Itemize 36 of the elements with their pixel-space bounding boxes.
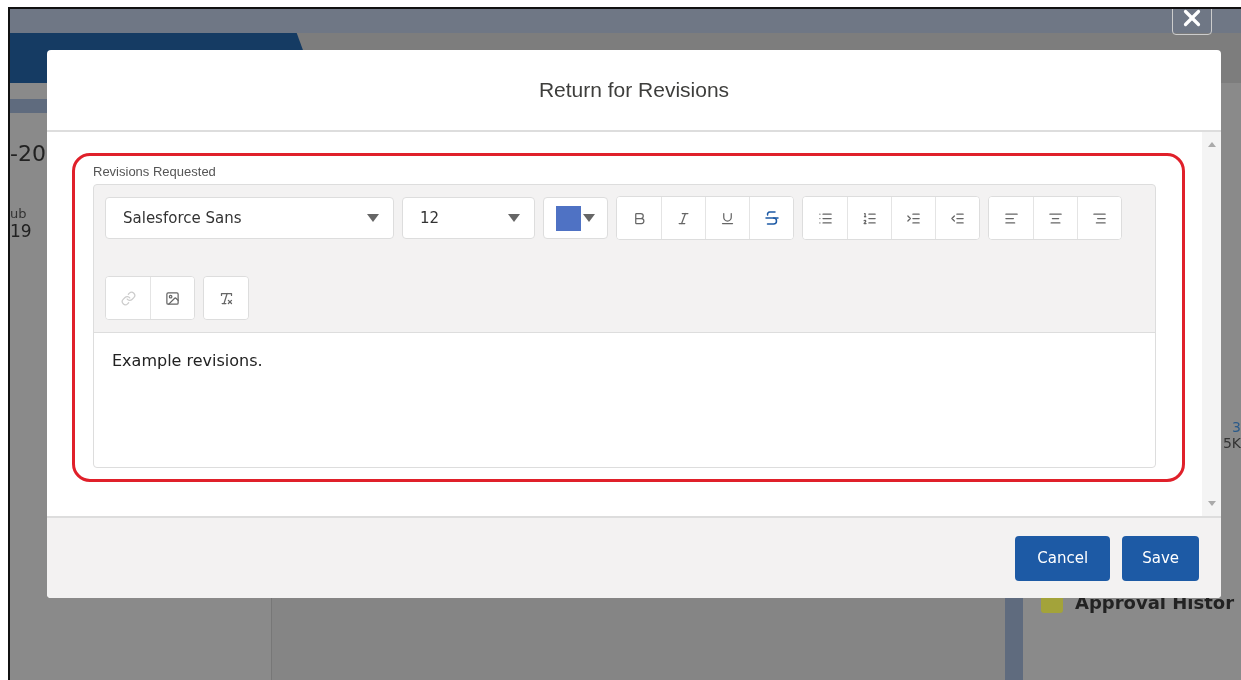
field-value: 19	[10, 221, 32, 241]
caret-icon	[367, 214, 379, 222]
record-text: 5K	[1222, 435, 1241, 451]
cancel-button[interactable]: Cancel	[1015, 535, 1111, 581]
clear-formatting-button[interactable]	[204, 277, 248, 319]
align-center-icon	[1048, 210, 1063, 226]
scroll-up-icon[interactable]	[1207, 142, 1216, 147]
caret-icon	[583, 214, 595, 222]
link-icon	[120, 290, 136, 306]
text-color-button[interactable]	[543, 197, 608, 239]
align-right-button[interactable]	[1077, 197, 1121, 239]
font-select[interactable]: Salesforce Sans	[105, 197, 394, 239]
save-button[interactable]: Save	[1122, 535, 1199, 581]
image-button[interactable]	[150, 277, 194, 319]
image-icon	[165, 290, 180, 306]
outdent-icon	[950, 210, 965, 226]
caret-icon	[508, 214, 520, 222]
indent-icon	[906, 210, 921, 226]
field-label: Revisions Requested	[93, 164, 217, 179]
editor-text[interactable]: Example revisions.	[94, 333, 1155, 467]
strikethrough-button[interactable]	[749, 197, 793, 239]
align-right-icon	[1092, 210, 1107, 226]
bulleted-list-icon	[817, 210, 833, 226]
font-size-select[interactable]: 12	[402, 197, 535, 239]
close-button[interactable]	[1172, 9, 1212, 35]
align-left-icon	[1003, 210, 1019, 226]
strikethrough-icon	[762, 209, 781, 227]
modal-title: Return for Revisions	[538, 78, 730, 102]
outdent-button[interactable]	[935, 197, 979, 239]
clear-formatting-icon	[218, 290, 234, 306]
record-number: -20	[10, 141, 46, 166]
italic-icon	[676, 210, 691, 226]
scroll-down-icon[interactable]	[1207, 501, 1216, 506]
field-label: ub	[10, 206, 27, 221]
numbered-list-icon	[862, 210, 877, 226]
underline-icon	[720, 210, 735, 226]
